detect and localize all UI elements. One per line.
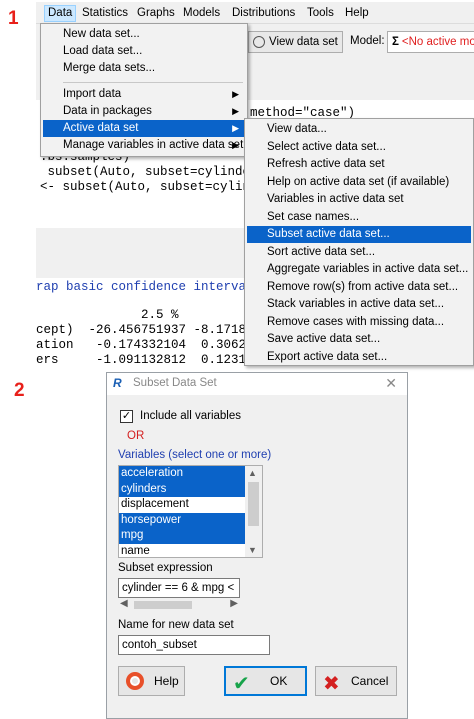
active-data-set-submenu: View data... Select active data set... R… bbox=[244, 118, 474, 366]
scroll-left-icon[interactable]: ◀ bbox=[120, 598, 128, 609]
menu-item-label: Manage variables in active data set bbox=[63, 139, 244, 151]
cancel-button-label: Cancel bbox=[351, 674, 389, 688]
list-item[interactable]: name bbox=[119, 544, 246, 558]
or-label: OR bbox=[127, 430, 145, 442]
output-line: ers -1.091132812 0.12314 bbox=[36, 353, 254, 367]
menu-item-merge-data-sets[interactable]: Merge data sets... bbox=[43, 60, 245, 77]
list-item[interactable]: acceleration bbox=[119, 466, 246, 482]
lifebuoy-icon bbox=[126, 672, 146, 692]
variables-listbox[interactable]: acceleration cylinders displacement hors… bbox=[118, 465, 263, 558]
scroll-up-icon[interactable]: ▲ bbox=[248, 468, 257, 478]
menu-data[interactable]: Data bbox=[44, 5, 77, 22]
ok-button[interactable]: ✔ OK bbox=[224, 666, 307, 696]
submenu-arrow-icon: ▶ bbox=[232, 106, 239, 116]
view-data-set-label: View data set bbox=[269, 36, 338, 48]
menu-item-set-case-names[interactable]: Set case names... bbox=[247, 209, 471, 226]
include-all-checkbox[interactable]: ✓ bbox=[120, 410, 133, 423]
menu-item-new-data-set[interactable]: New data set... bbox=[43, 26, 245, 43]
menu-item-manage-variables[interactable]: Manage variables in active data set ▶ bbox=[43, 137, 245, 154]
help-button[interactable]: Help bbox=[118, 666, 185, 696]
vertical-scrollbar[interactable]: ▲ ▼ bbox=[245, 466, 262, 557]
menu-item-select-active-data-set[interactable]: Select active data set... bbox=[247, 139, 471, 156]
list-item[interactable]: horsepower bbox=[119, 512, 246, 528]
menu-item-sort-active-data-set[interactable]: Sort active data set... bbox=[247, 244, 471, 261]
model-selector[interactable]: Σ<No active model> bbox=[387, 31, 474, 53]
menu-models[interactable]: Models bbox=[180, 5, 223, 22]
menu-item-remove-missing-cases[interactable]: Remove cases with missing data... bbox=[247, 314, 471, 331]
model-label: Model: bbox=[350, 35, 385, 47]
subset-data-set-dialog: R Subset Data Set ✕ ✓ Include all variab… bbox=[106, 372, 408, 719]
list-item[interactable]: displacement bbox=[119, 497, 246, 513]
menu-item-label: Data in packages bbox=[63, 105, 152, 117]
menu-tools[interactable]: Tools bbox=[304, 5, 337, 22]
include-all-label: Include all variables bbox=[140, 410, 242, 422]
menu-item-active-data-set[interactable]: Active data set ▶ bbox=[43, 120, 245, 137]
script-line: <- subset(Auto, subset=cylin bbox=[40, 180, 251, 194]
close-icon[interactable]: ✕ bbox=[385, 375, 397, 392]
sigma-icon: Σ bbox=[392, 36, 399, 48]
menu-item-view-data[interactable]: View data... bbox=[247, 121, 471, 138]
menu-help[interactable]: Help bbox=[342, 5, 372, 22]
menu-distributions[interactable]: Distributions bbox=[229, 5, 298, 22]
new-data-set-name-label: Name for new data set bbox=[118, 619, 234, 631]
output-line: 2.5 % 97 bbox=[36, 308, 262, 322]
menu-bar: Data Statistics Graphs Models Distributi… bbox=[36, 2, 474, 24]
scrollbar-thumb[interactable] bbox=[134, 601, 192, 609]
menu-item-load-data-set[interactable]: Load data set... bbox=[43, 43, 245, 60]
menu-item-save-active-data-set[interactable]: Save active data set... bbox=[247, 331, 471, 348]
submenu-arrow-icon: ▶ bbox=[232, 123, 239, 133]
menu-item-export-active-data-set[interactable]: Export active data set... bbox=[247, 349, 471, 366]
menu-item-help-on-active-data-set[interactable]: Help on active data set (if available) bbox=[247, 174, 471, 191]
model-value: <No active model> bbox=[401, 36, 474, 48]
menu-separator bbox=[63, 82, 243, 83]
output-line: ation -0.174332104 0.30621 bbox=[36, 338, 254, 352]
step-number-1: 1 bbox=[8, 8, 19, 29]
output-line: rap basic confidence interval bbox=[36, 280, 254, 294]
horizontal-scrollbar[interactable]: ◀ ▶ bbox=[118, 598, 240, 612]
menu-item-subset-active-data-set[interactable]: Subset active data set... bbox=[247, 226, 471, 243]
menu-item-aggregate-variables[interactable]: Aggregate variables in active data set..… bbox=[247, 261, 471, 278]
new-data-set-name-input[interactable]: contoh_subset bbox=[118, 635, 270, 655]
menu-item-remove-rows[interactable]: Remove row(s) from active data set... bbox=[247, 279, 471, 296]
submenu-arrow-icon: ▶ bbox=[232, 89, 239, 99]
dialog-title: Subset Data Set bbox=[133, 377, 217, 389]
menu-item-label: Import data bbox=[63, 88, 122, 100]
menu-item-import-data[interactable]: Import data ▶ bbox=[43, 86, 245, 103]
submenu-arrow-icon: ▶ bbox=[232, 140, 239, 150]
view-data-set-button[interactable]: View data set bbox=[248, 31, 343, 53]
scroll-down-icon[interactable]: ▼ bbox=[248, 545, 257, 555]
magnifier-icon bbox=[253, 36, 265, 48]
ok-button-label: OK bbox=[270, 674, 288, 688]
checkmark-icon: ✔ bbox=[233, 673, 250, 695]
menu-graphs[interactable]: Graphs bbox=[134, 5, 178, 22]
help-button-label: Help bbox=[154, 674, 179, 688]
menu-item-refresh-active-data-set[interactable]: Refresh active data set bbox=[247, 156, 471, 173]
data-menu-dropdown: New data set... Load data set... Merge d… bbox=[40, 23, 248, 157]
script-line: subset(Auto, subset=cylinder bbox=[40, 165, 258, 179]
list-item[interactable]: cylinders bbox=[119, 481, 246, 497]
dialog-title-bar: R Subset Data Set ✕ bbox=[107, 373, 407, 395]
step-number-2: 2 bbox=[14, 380, 25, 401]
variables-header: Variables (select one or more) bbox=[118, 449, 272, 461]
cancel-button[interactable]: ✖ Cancel bbox=[315, 666, 397, 696]
scrollbar-thumb[interactable] bbox=[248, 482, 259, 526]
menu-statistics[interactable]: Statistics bbox=[79, 5, 131, 22]
menu-item-data-in-packages[interactable]: Data in packages ▶ bbox=[43, 103, 245, 120]
toolbar: View data set Model: Σ<No active model> bbox=[244, 28, 474, 60]
menu-item-label: Active data set bbox=[63, 122, 139, 134]
list-item[interactable]: mpg bbox=[119, 528, 246, 544]
menu-item-stack-variables[interactable]: Stack variables in active data set... bbox=[247, 296, 471, 313]
subset-expression-input[interactable]: cylinder == 6 & mpg < bbox=[118, 578, 240, 598]
subset-expression-label: Subset expression bbox=[118, 562, 213, 574]
scroll-right-icon[interactable]: ▶ bbox=[230, 598, 238, 609]
output-line: cept) -26.456751937 -8.17185 bbox=[36, 323, 254, 337]
r-logo-icon: R bbox=[113, 376, 122, 390]
menu-item-variables-in-active-data-set[interactable]: Variables in active data set bbox=[247, 191, 471, 208]
cancel-x-icon: ✖ bbox=[323, 673, 340, 695]
